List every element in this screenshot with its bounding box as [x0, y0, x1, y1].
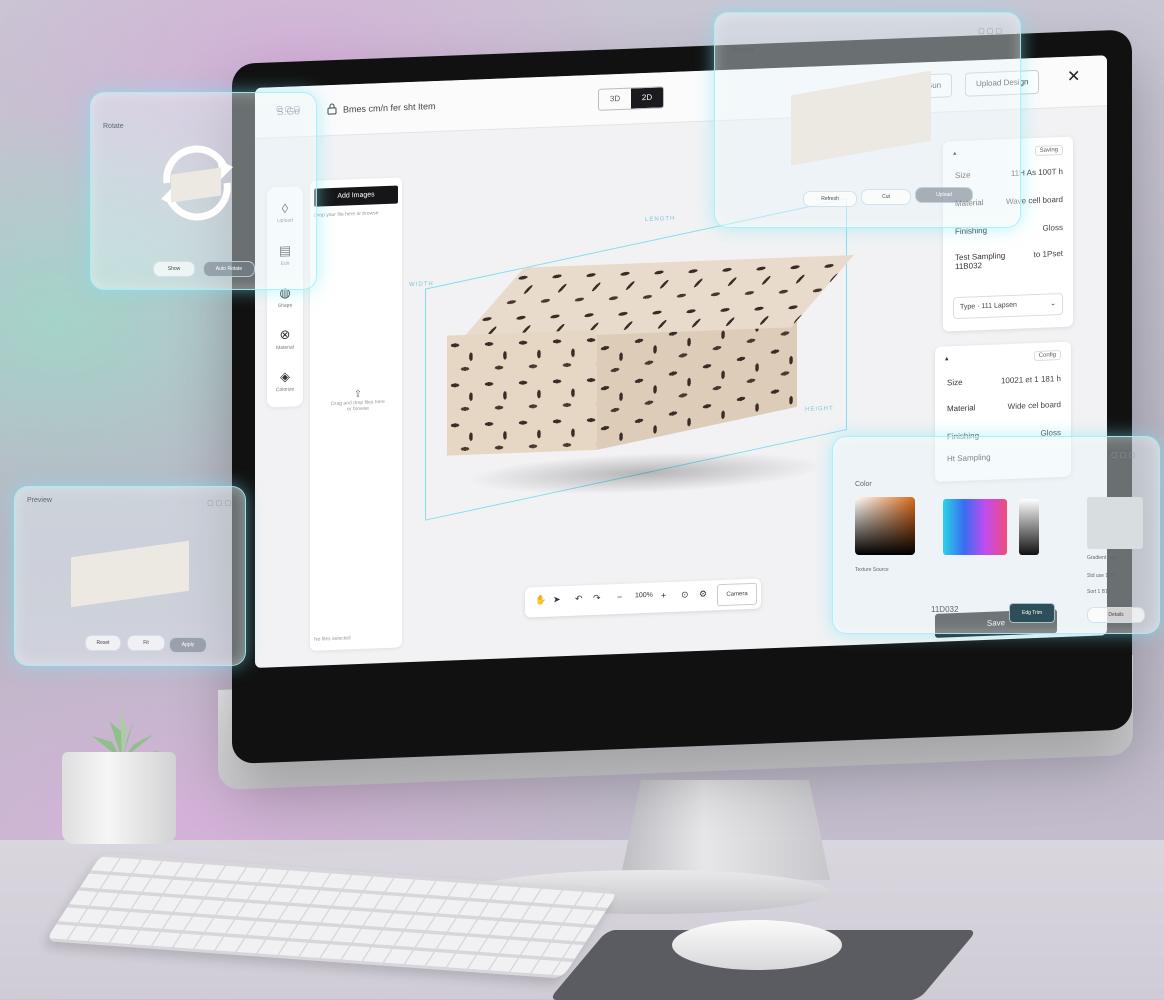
asset-panel: Add Images Drop your file here or browse…	[310, 177, 402, 651]
rail-item-colorize[interactable]: ◈ Colorize	[267, 368, 303, 394]
texture-box-preview	[791, 70, 931, 166]
texture-glass-panel: Texture ▢▢▢ Refresh Cut Upload	[714, 12, 1021, 228]
close-icon[interactable]: ✕	[1067, 66, 1080, 87]
dimension-height-label: HEIGHT	[805, 405, 834, 413]
spec-row: Test Sampling 11B032	[955, 251, 1006, 272]
dimension-width-label: WIDTH	[409, 281, 434, 289]
hand-icon[interactable]: ✋	[535, 595, 546, 606]
fill-icon: ◈	[280, 368, 290, 385]
color-glass-panel: Color ▢▢▢ Texture Source 11D032 Edg Trim…	[832, 436, 1160, 634]
redo-icon[interactable]: ↷	[593, 593, 601, 604]
color-picker-field[interactable]	[855, 497, 915, 555]
upload-button[interactable]: Upload	[915, 187, 973, 203]
color-swatch-grid[interactable]	[943, 499, 1007, 555]
details-button[interactable]: Details	[1087, 607, 1145, 623]
apply-button[interactable]: Apply	[169, 637, 207, 653]
lock-icon	[327, 103, 337, 115]
spec-row: Material Wide cel board	[947, 400, 1061, 414]
lock-view-icon[interactable]: ⊙	[681, 589, 689, 600]
pointer-icon[interactable]: ➤	[553, 594, 561, 605]
view-3d-option[interactable]: 3D	[599, 89, 631, 110]
asset-panel-footer: No files selected	[314, 635, 351, 643]
gradient-preview	[1087, 497, 1143, 549]
reset-button[interactable]: Reset	[85, 635, 121, 651]
spec-row: Size 10021 et 1 181 h	[947, 374, 1061, 388]
dimension-length-label: LENGTH	[645, 215, 676, 224]
box-front-face[interactable]	[447, 329, 597, 456]
auto-rotate-button[interactable]: Auto Rotate	[203, 261, 255, 277]
cut-button[interactable]: Cut	[861, 189, 911, 205]
settings-icon[interactable]: ⚙	[699, 589, 707, 600]
plant-pot	[62, 752, 176, 844]
zoom-level: 100%	[635, 591, 653, 600]
asset-panel-subtitle: Drop your file here or browse	[314, 210, 379, 219]
refresh-button[interactable]: Refresh	[803, 191, 857, 207]
rail-item-material[interactable]: ⊗ Material	[267, 326, 303, 352]
mouse	[672, 920, 842, 970]
rotate-glass-panel: Rotate ▢▢▢ Show Auto Rotate	[90, 92, 317, 290]
chevron-down-icon: ⌄	[1050, 300, 1056, 308]
window-controls-icon[interactable]: ▢▢▢	[1111, 451, 1137, 459]
camera-button[interactable]: Camera	[717, 582, 757, 607]
window-controls-icon[interactable]: ▢▢▢	[276, 105, 302, 113]
zoom-in-icon[interactable]: +	[661, 590, 666, 600]
view-mode-toggle[interactable]: 3D 2D	[598, 86, 664, 111]
undo-icon[interactable]: ↶	[575, 593, 583, 604]
type-select[interactable]: Type · 111 Lapsen ⌄	[953, 292, 1063, 320]
preview-box-thumbnail	[71, 540, 189, 608]
brightness-slider[interactable]	[1019, 499, 1039, 555]
show-button[interactable]: Show	[153, 261, 195, 277]
collapse-icon[interactable]: ▴	[945, 354, 949, 362]
panel-status-chip: Saving	[1034, 144, 1063, 157]
add-images-button[interactable]: Add Images	[314, 185, 398, 207]
preview-glass-panel: Preview ▢▢▢ Reset Fit Apply	[14, 486, 246, 666]
panel-config-chip: Config	[1033, 350, 1061, 362]
upload-dropzone[interactable]: ⇪ Drag and drop files here or browse	[330, 388, 386, 413]
document-title[interactable]: Bmes cm/n fer sht Item	[343, 101, 436, 115]
fit-button[interactable]: Fit	[127, 635, 165, 651]
window-controls-icon[interactable]: ▢▢▢	[207, 499, 233, 507]
zoom-out-icon[interactable]: −	[617, 592, 622, 602]
window-controls-icon[interactable]: ▢▢▢	[978, 27, 1004, 35]
edge-trim-button[interactable]: Edg Trim	[1009, 603, 1055, 623]
view-2d-option[interactable]: 2D	[631, 87, 663, 109]
monitor-stand	[620, 780, 830, 880]
material-icon: ⊗	[279, 326, 291, 343]
